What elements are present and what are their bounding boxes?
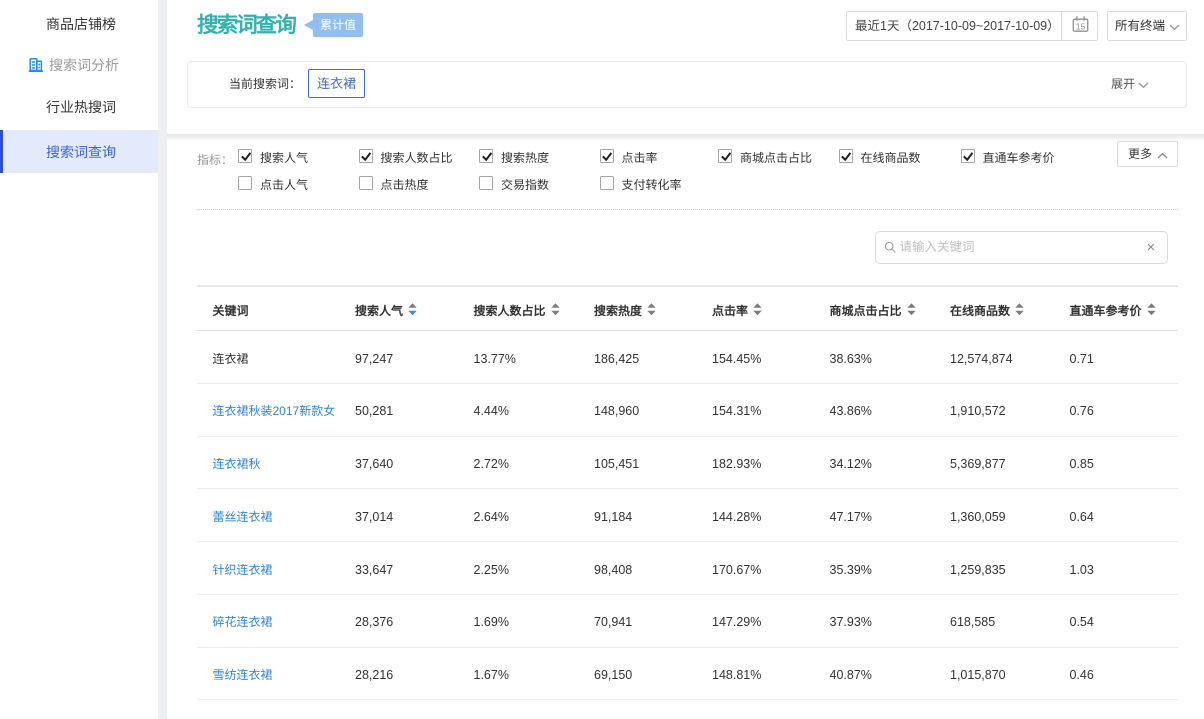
svg-text:15: 15: [1076, 22, 1086, 32]
